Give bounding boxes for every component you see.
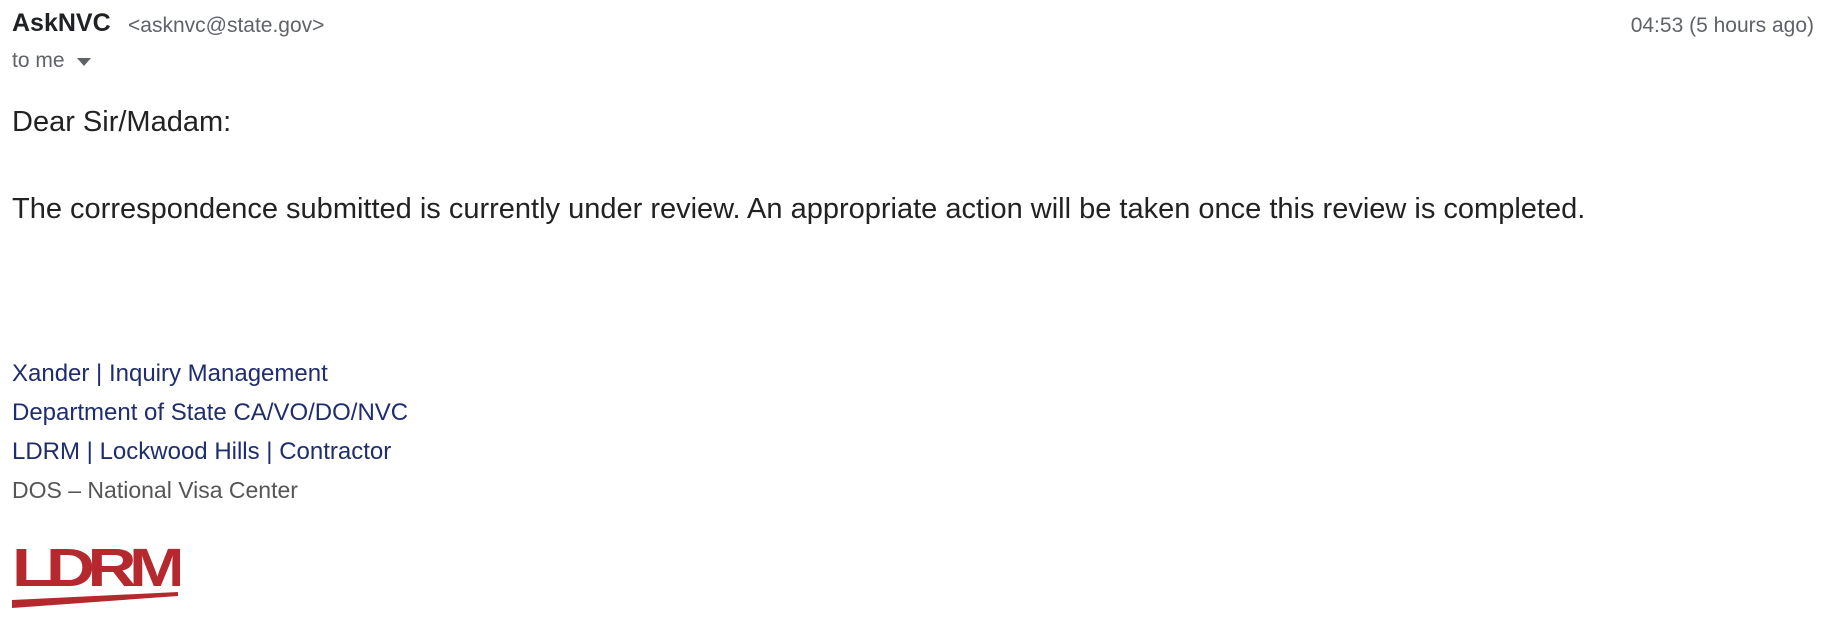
recipient-label: to me (12, 49, 65, 72)
ldrm-logo: LDRM (12, 542, 180, 608)
email-timestamp: 04:53 (5 hours ago) (1630, 14, 1814, 37)
sender-email: <asknvc@state.gov> (128, 14, 325, 37)
email-signature: Xander | Inquiry Management Department o… (12, 354, 408, 510)
recipient-details-toggle[interactable]: to me (12, 46, 91, 76)
sender-name[interactable]: AskNVC (12, 8, 111, 38)
signature-line-name: Xander | Inquiry Management (12, 360, 328, 387)
chevron-down-icon[interactable] (76, 58, 91, 66)
signature-line-center: DOS – National Visa Center (12, 477, 298, 503)
email-header: AskNVC <asknvc@state.gov> 04:53 (5 hours… (12, 6, 1814, 42)
signature-line-company: LDRM | Lockwood Hills | Contractor (12, 438, 392, 465)
email-message: The correspondence submitted is currentl… (12, 193, 1586, 225)
signature-line-department: Department of State CA/VO/DO/NVC (12, 399, 409, 426)
email-greeting: Dear Sir/Madam: (12, 106, 232, 138)
logo-text: LDRM (12, 542, 180, 598)
